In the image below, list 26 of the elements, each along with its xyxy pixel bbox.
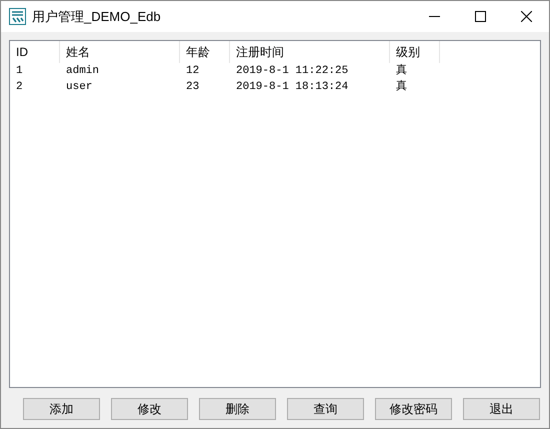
column-header[interactable]: 姓名 bbox=[60, 41, 180, 63]
action-button[interactable]: 修改 bbox=[111, 398, 188, 420]
table-cell-text: 1 bbox=[15, 64, 24, 79]
table-cell-text: 真 bbox=[395, 79, 408, 95]
table-cell-text: 2019-8-1 11:22:25 bbox=[235, 64, 350, 79]
table-cell-text: 12 bbox=[185, 64, 200, 79]
minimize-icon bbox=[428, 16, 440, 17]
close-icon bbox=[520, 11, 532, 22]
table-cell-text: 2 bbox=[15, 80, 24, 95]
table-cell-text: user bbox=[65, 80, 94, 95]
window-title: 用户管理_DEMO_Edb bbox=[32, 8, 161, 26]
table-cell-text: 23 bbox=[185, 80, 200, 95]
action-button[interactable]: 查询 bbox=[287, 398, 364, 420]
action-button[interactable]: 删除 bbox=[199, 398, 276, 420]
action-button[interactable]: 添加 bbox=[23, 398, 100, 420]
column-header[interactable]: 级别 bbox=[390, 41, 440, 63]
column-header[interactable]: 注册时间 bbox=[230, 41, 390, 63]
maximize-icon bbox=[474, 11, 486, 22]
table-cell-text: 2019-8-1 18:13:24 bbox=[235, 80, 350, 95]
table-cell-text: 真 bbox=[395, 63, 408, 79]
column-header[interactable]: 年龄 bbox=[180, 41, 230, 63]
app-icon bbox=[9, 8, 26, 25]
action-button[interactable]: 修改密码 bbox=[375, 398, 452, 420]
column-header[interactable]: ID bbox=[10, 41, 60, 63]
action-button[interactable]: 退出 bbox=[463, 398, 540, 420]
table-cell-text: admin bbox=[65, 64, 100, 79]
